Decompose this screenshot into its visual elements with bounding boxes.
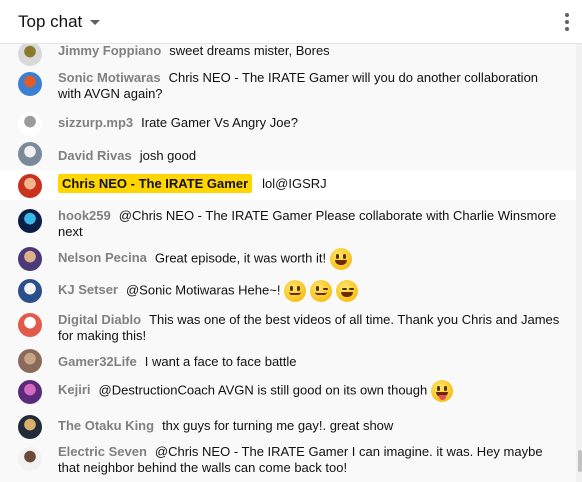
message-text: sweet dreams mister, Bores xyxy=(169,44,330,58)
avatar[interactable] xyxy=(18,44,42,66)
avatar[interactable] xyxy=(18,447,42,471)
chat-message[interactable]: Electric Seven @Chris NEO - The IRATE Gam… xyxy=(0,438,576,482)
message-body: hook259 @Chris NEO - The IRATE Gamer Plea… xyxy=(58,208,564,240)
chat-message[interactable]: Gamer32Life I want a face to face battle xyxy=(0,346,576,374)
message-body: David Rivas josh good xyxy=(58,148,564,164)
smile-emoji-icon xyxy=(284,280,307,302)
avatar[interactable] xyxy=(18,72,42,96)
author-name[interactable]: Sonic Motiwaras xyxy=(58,70,161,85)
chevron-down-icon xyxy=(90,20,101,25)
chat-message[interactable]: David Rivas josh good xyxy=(0,138,576,170)
avatar[interactable] xyxy=(18,380,42,404)
chat-message[interactable]: The Otaku King thx guys for turning me ga… xyxy=(0,410,576,439)
avatar[interactable] xyxy=(18,247,42,271)
message-body: Digital Diablo This was one of the best v… xyxy=(58,312,564,344)
avatar[interactable] xyxy=(18,209,42,233)
grin-emoji-icon xyxy=(330,248,353,270)
author-name[interactable]: David Rivas xyxy=(58,148,132,163)
message-body: Sonic Motiwaras Chris NEO - The IRATE Gam… xyxy=(58,70,564,102)
author-name[interactable]: Nelson Pecina xyxy=(58,250,147,265)
avatar[interactable] xyxy=(18,112,42,136)
message-text: josh good xyxy=(139,148,197,163)
laugh-emoji-icon xyxy=(336,280,359,302)
scrollbar[interactable] xyxy=(576,44,582,482)
scrollbar-thumb[interactable] xyxy=(578,450,582,472)
tongue-emoji-icon xyxy=(431,380,454,402)
chat-message[interactable]: Sonic Motiwaras Chris NEO - The IRATE Gam… xyxy=(0,66,576,108)
chat-message[interactable]: sizzurp.mp3 Irate Gamer Vs Angry Joe? xyxy=(0,108,576,138)
message-body: KJ Setser @Sonic Motiwaras Hehe~! xyxy=(58,280,564,302)
message-text: lol@IGSRJ xyxy=(262,176,327,191)
more-options-icon[interactable] xyxy=(563,13,571,31)
message-text: @Chris NEO - The IRATE Gamer Please coll… xyxy=(58,208,557,239)
message-text: I want a face to face battle xyxy=(144,354,297,369)
message-text: Irate Gamer Vs Angry Joe? xyxy=(141,115,298,130)
wink-emoji-icon xyxy=(310,280,333,302)
message-body: The Otaku King thx guys for turning me ga… xyxy=(58,418,564,434)
chat-message[interactable]: KJ Setser @Sonic Motiwaras Hehe~! xyxy=(0,274,576,308)
chat-mode-title: Top chat xyxy=(18,11,83,31)
message-body: Jimmy Foppiano sweet dreams mister, Bores xyxy=(58,44,564,59)
chat-message[interactable]: Kejiri @DestructionCoach AVGN is still go… xyxy=(0,374,576,410)
message-text: @Sonic Motiwaras Hehe~! xyxy=(125,282,281,298)
chat-header: Top chat xyxy=(0,0,582,44)
avatar[interactable] xyxy=(18,279,42,303)
avatar[interactable] xyxy=(18,349,42,373)
chat-message[interactable]: Jimmy Foppiano sweet dreams mister, Bores xyxy=(0,44,576,66)
chat-message[interactable]: Nelson Pecina Great episode, it was worth… xyxy=(0,242,576,274)
message-body: Kejiri @DestructionCoach AVGN is still go… xyxy=(58,380,564,402)
message-text: thx guys for turning me gay!. great show xyxy=(162,418,394,433)
avatar[interactable] xyxy=(18,142,42,166)
message-body: Electric Seven @Chris NEO - The IRATE Gam… xyxy=(58,444,564,476)
chat-message-owner[interactable]: Chris NEO - The IRATE Gamer lol@IGSRJ xyxy=(0,170,576,200)
message-text: @DestructionCoach AVGN is still good on … xyxy=(98,382,428,398)
author-name[interactable]: KJ Setser xyxy=(58,282,118,297)
author-name[interactable]: Chris NEO - The IRATE Gamer xyxy=(58,174,253,193)
author-name[interactable]: hook259 xyxy=(58,208,111,223)
author-name[interactable]: Electric Seven xyxy=(58,444,147,459)
author-name[interactable]: sizzurp.mp3 xyxy=(58,115,133,130)
author-name[interactable]: Jimmy Foppiano xyxy=(58,44,161,58)
avatar[interactable] xyxy=(18,415,42,439)
top-chat-dropdown[interactable]: Top chat xyxy=(18,11,101,32)
author-name[interactable]: Digital Diablo xyxy=(58,312,141,327)
chat-message-list: Jimmy Foppiano sweet dreams mister, Bores… xyxy=(0,44,576,482)
message-text: Great episode, it was worth it! xyxy=(154,250,327,266)
message-body: Nelson Pecina Great episode, it was worth… xyxy=(58,248,564,270)
author-name[interactable]: The Otaku King xyxy=(58,418,154,433)
avatar[interactable] xyxy=(18,313,42,337)
author-name[interactable]: Gamer32Life xyxy=(58,354,137,369)
chat-message[interactable]: Digital Diablo This was one of the best v… xyxy=(0,306,576,346)
avatar[interactable] xyxy=(18,174,42,198)
message-body: sizzurp.mp3 Irate Gamer Vs Angry Joe? xyxy=(58,115,564,131)
message-body: Chris NEO - The IRATE Gamer lol@IGSRJ xyxy=(58,174,564,193)
message-body: Gamer32Life I want a face to face battle xyxy=(58,354,564,370)
chat-message[interactable]: hook259 @Chris NEO - The IRATE Gamer Plea… xyxy=(0,202,576,244)
author-name[interactable]: Kejiri xyxy=(58,382,91,397)
